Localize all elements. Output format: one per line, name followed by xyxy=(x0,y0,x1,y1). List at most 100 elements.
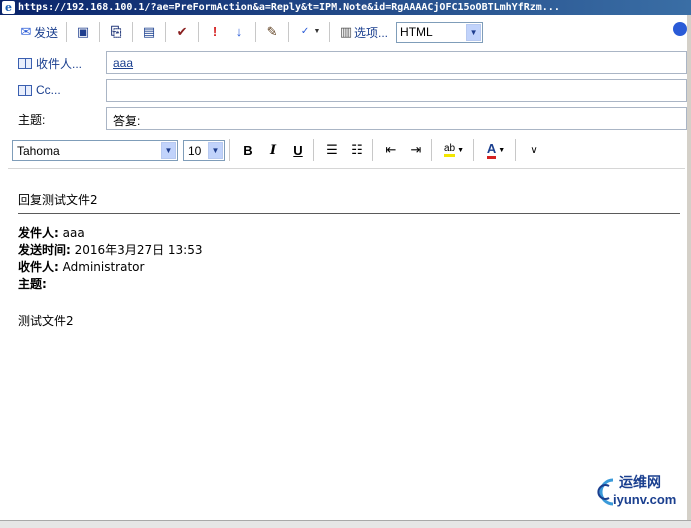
font-select[interactable]: Tahoma ▼ xyxy=(12,139,178,161)
chevron-down-icon: ▼ xyxy=(208,141,223,159)
toolbar-separator xyxy=(288,22,290,42)
cc-label: Cc... xyxy=(36,83,61,97)
subject-label: 主题: xyxy=(18,113,46,127)
chevron-down-icon: ▼ xyxy=(457,146,465,154)
toolbar-separator xyxy=(473,139,474,161)
quote-divider xyxy=(18,213,680,214)
expand-toolbar-button[interactable]: ∨ xyxy=(523,139,545,161)
cc-field[interactable] xyxy=(106,79,687,102)
browser-title-bar: e https://192.168.100.1/?ae=PreFormAction… xyxy=(0,0,691,15)
recipient-link[interactable]: aaa xyxy=(113,56,133,70)
url-text: https://192.168.100.1/?ae=PreFormAction&… xyxy=(18,2,560,13)
font-color-button[interactable]: A ▼ xyxy=(481,139,511,161)
chevron-down-icon: ▼ xyxy=(161,141,176,159)
options-button[interactable]: ▥ 选项... xyxy=(334,21,392,43)
options-label: 选项... xyxy=(354,25,389,40)
window-edge xyxy=(687,15,691,520)
status-bar xyxy=(0,520,691,528)
format-select[interactable]: HTML ▼ xyxy=(396,21,484,43)
numbered-list-icon: ☷ xyxy=(351,142,363,157)
toolbar-separator xyxy=(255,22,257,42)
quoted-body: 测试文件2 xyxy=(18,314,74,328)
quoted-subject-label: 主题: xyxy=(18,277,47,291)
subject-row: 主题: 答复: xyxy=(0,105,691,131)
importance-low-button[interactable]: ↓ xyxy=(227,21,251,43)
formatting-toolbar: Tahoma ▼ 10 ▼ B I U ☰ ☷ ⇤ ⇥ ab ▼ A ▼ ∨ xyxy=(8,134,683,166)
subject-field[interactable]: 答复: xyxy=(106,107,687,130)
internet-explorer-icon: e xyxy=(2,1,15,14)
quoted-sent-value: 2016年3月27日 13:53 xyxy=(74,243,203,257)
attach-button[interactable]: ⎘ xyxy=(104,21,128,43)
numbered-list-button[interactable]: ☷ xyxy=(346,139,368,161)
italic-button[interactable]: I xyxy=(262,139,284,161)
highlight-icon: ab xyxy=(443,143,456,157)
spell-check-icon: ✓ xyxy=(300,26,310,37)
address-book-button[interactable]: ▤ xyxy=(137,21,161,43)
quoted-sent: 发送时间: 2016年3月27日 13:53 xyxy=(18,241,202,258)
format-select-value: HTML xyxy=(400,25,433,39)
quoted-from-label: 发件人: xyxy=(18,226,59,240)
signature-button[interactable]: ✎ xyxy=(260,21,284,43)
bullet-list-icon: ☰ xyxy=(326,142,338,157)
check-names-icon: ✔ xyxy=(176,24,188,39)
bold-button[interactable]: B xyxy=(237,139,259,161)
signature-icon: ✎ xyxy=(266,24,278,39)
quoted-to: 收件人: Administrator xyxy=(18,258,144,275)
font-size-value: 10 xyxy=(188,143,202,158)
quoted-subject: 主题: xyxy=(18,275,47,292)
options-icon: ▥ xyxy=(339,24,353,39)
quoted-sent-label: 发送时间: xyxy=(18,243,71,257)
toolbar-separator xyxy=(132,22,134,42)
toolbar-separator xyxy=(329,22,331,42)
font-color-icon: A xyxy=(486,141,497,159)
toolbar-separator xyxy=(372,139,373,161)
importance-high-button[interactable]: ! xyxy=(203,21,227,43)
toolbar-separator xyxy=(431,139,432,161)
compose-toolbar: ✉ 发送 ▣ ⎘ ▤ ✔ ! ↓ ✎ ✓ ▼ ▥ 选项... HTML ▼ xyxy=(0,18,691,46)
reply-text: 回复测试文件2 xyxy=(18,193,98,207)
increase-indent-button[interactable]: ⇥ xyxy=(405,139,427,161)
save-button[interactable]: ▣ xyxy=(71,21,95,43)
toolbar-separator xyxy=(313,139,314,161)
help-icon[interactable] xyxy=(673,22,687,36)
send-label: 发送 xyxy=(34,25,59,40)
down-arrow-icon: ↓ xyxy=(235,24,243,39)
chevron-down-icon: ▼ xyxy=(313,28,321,35)
send-icon: ✉ xyxy=(20,24,32,39)
chevron-down-icon: ▼ xyxy=(466,23,482,41)
highlight-button[interactable]: ab ▼ xyxy=(439,139,469,161)
cc-row: Cc... xyxy=(0,77,691,103)
floppy-disk-icon: ▣ xyxy=(76,24,90,39)
to-button[interactable]: 收件人... xyxy=(18,55,82,72)
to-row: 收件人... aaa xyxy=(0,49,691,75)
address-book-icon xyxy=(18,84,32,96)
indent-icon: ⇥ xyxy=(410,142,422,157)
underline-button[interactable]: U xyxy=(287,139,309,161)
font-select-value: Tahoma xyxy=(17,143,60,158)
toolbar-separator xyxy=(229,139,230,161)
bullet-list-button[interactable]: ☰ xyxy=(321,139,343,161)
toolbar-separator xyxy=(165,22,167,42)
quoted-from: 发件人: aaa xyxy=(18,224,85,241)
to-field[interactable]: aaa xyxy=(106,51,687,74)
check-names-button[interactable]: ✔ xyxy=(170,21,194,43)
font-size-select[interactable]: 10 ▼ xyxy=(183,139,225,161)
to-label: 收件人... xyxy=(36,57,83,71)
send-button[interactable]: ✉ 发送 xyxy=(14,21,62,43)
quoted-to-value: Administrator xyxy=(62,260,145,274)
spell-check-button[interactable]: ✓ ▼ xyxy=(293,21,325,43)
toolbar-separator xyxy=(66,22,68,42)
toolbar-separator xyxy=(515,139,516,161)
toolbar-separator xyxy=(198,22,200,42)
decrease-indent-button[interactable]: ⇤ xyxy=(380,139,402,161)
toolbar-separator xyxy=(99,22,101,42)
exclamation-icon: ! xyxy=(212,24,218,39)
watermark-name: 运维网 xyxy=(619,474,661,490)
cc-button[interactable]: Cc... xyxy=(18,83,61,97)
message-body-editor[interactable]: 回复测试文件2 发件人: aaa 发送时间: 2016年3月27日 13:53 … xyxy=(8,168,685,508)
chevron-down-icon: ▼ xyxy=(498,146,506,154)
paperclip-icon: ⎘ xyxy=(110,24,122,39)
watermark-logo: 运维网 iyunv.com xyxy=(587,470,685,514)
address-book-icon: ▤ xyxy=(142,24,156,39)
outdent-icon: ⇤ xyxy=(385,142,397,157)
